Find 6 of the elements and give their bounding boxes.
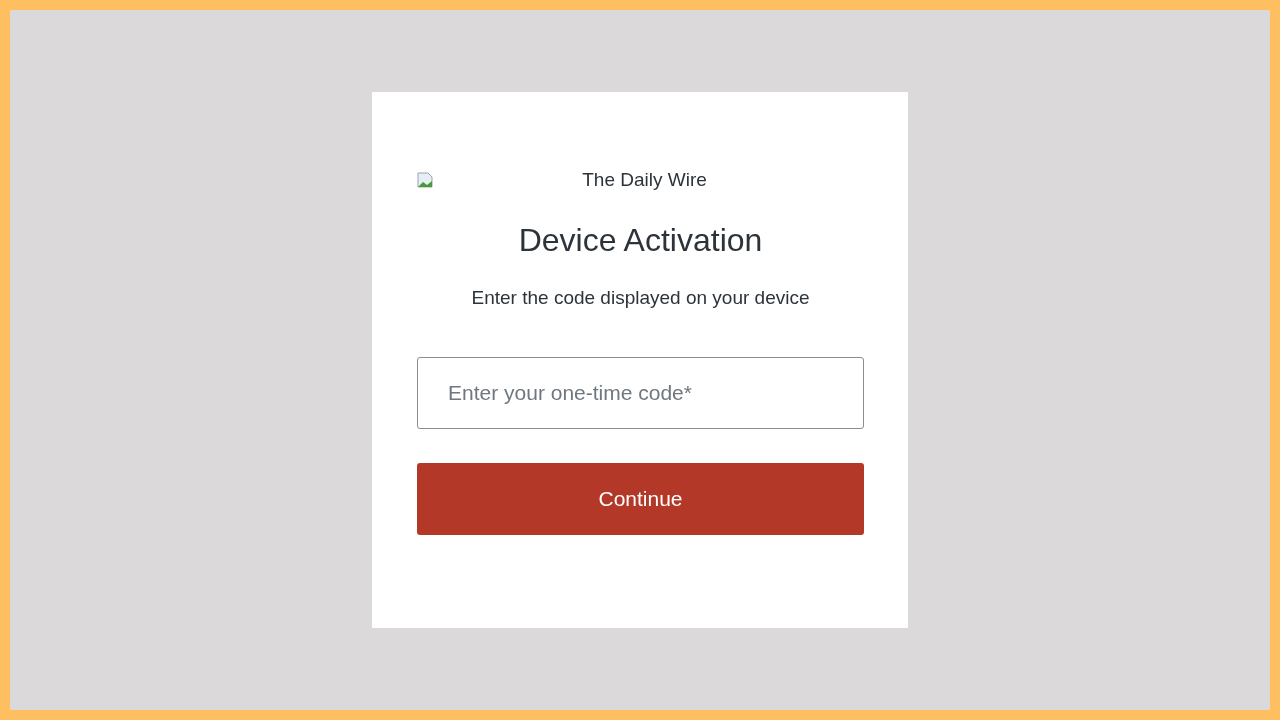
broken-image-icon: [417, 172, 433, 188]
continue-button[interactable]: Continue: [417, 463, 864, 535]
instruction-text: Enter the code displayed on your device: [470, 287, 811, 309]
code-input-field[interactable]: Enter your one-time code*: [417, 357, 864, 429]
page-title: Device Activation: [517, 222, 764, 259]
logo-alt-text: The Daily Wire: [581, 169, 708, 191]
